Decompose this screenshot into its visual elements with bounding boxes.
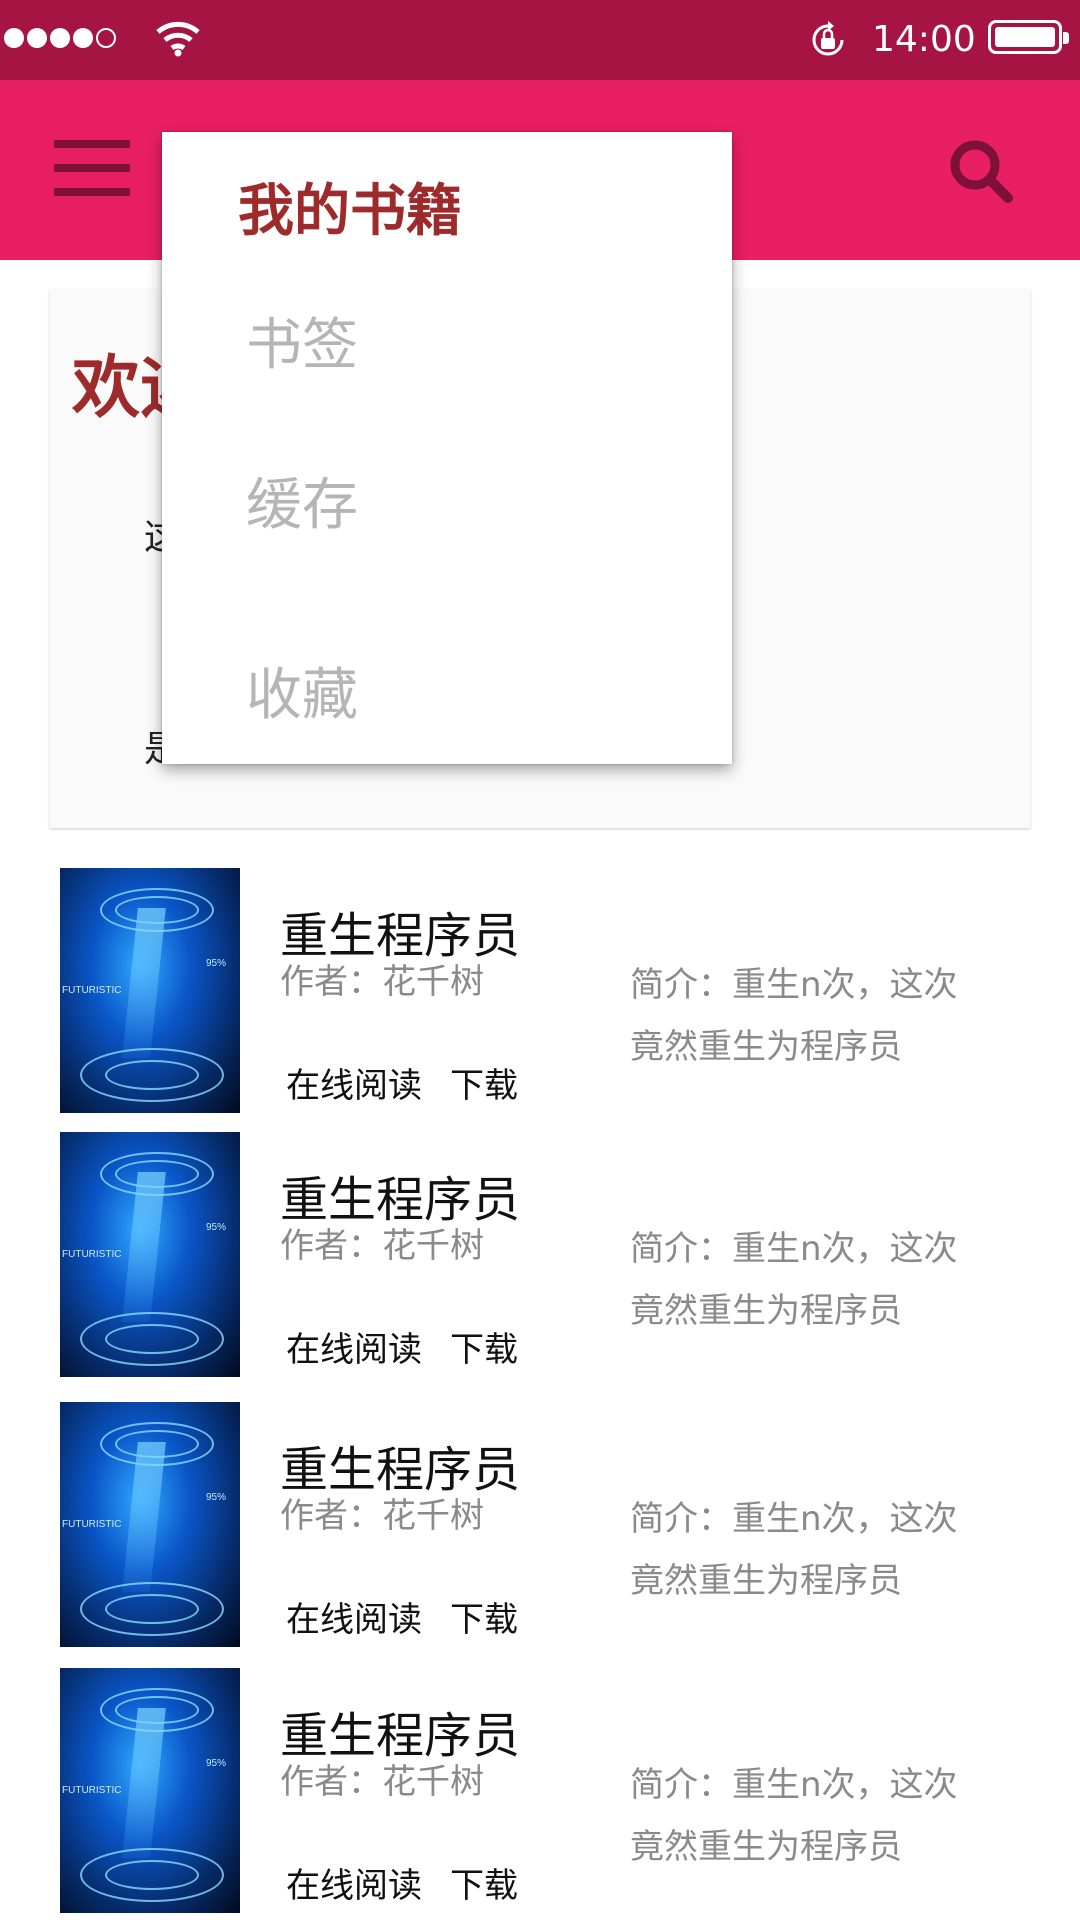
book-intro: 简介：重生n次，这次竟然重生为程序员 [630,965,958,1067]
status-time: 14:00 [872,19,976,60]
read-online-button[interactable]: 在线阅读 [286,1322,422,1371]
search-icon[interactable] [946,136,1016,206]
cover-percent: 95% [206,958,227,969]
cover-title: FUTURISTIC [62,1785,122,1796]
menu-item-bookmarks[interactable]: 书签 [246,300,358,381]
status-bar: 14:00 [0,0,1080,80]
cover-title: FUTURISTIC [62,1519,122,1530]
download-button[interactable]: 下载 [450,1592,518,1641]
book-author: 作者：花千树 [280,1226,484,1266]
book-cover-image[interactable]: 95% FUTURISTIC [60,1668,240,1913]
book-intro: 简介：重生n次，这次竟然重生为程序员 [630,1765,958,1867]
book-intro: 简介：重生n次，这次竟然重生为程序员 [630,1499,958,1601]
menu-item-favorites[interactable]: 收藏 [246,650,358,731]
cover-percent: 95% [206,1492,227,1503]
book-author: 作者：花千树 [280,1762,484,1802]
download-button[interactable]: 下载 [450,1058,518,1107]
download-button[interactable]: 下载 [450,1322,518,1371]
signal-dots-icon [4,28,116,48]
book-cover-image[interactable]: 95% FUTURISTIC [60,1132,240,1377]
book-list-item[interactable]: 95% FUTURISTIC 重生程序员 作者：花千树 简介：重生n次，这次竟然… [60,1132,1060,1377]
cover-percent: 95% [206,1758,227,1769]
read-online-button[interactable]: 在线阅读 [286,1058,422,1107]
read-online-button[interactable]: 在线阅读 [286,1858,422,1907]
book-list-item[interactable]: 95% FUTURISTIC 重生程序员 作者：花千树 简介：重生n次，这次竟然… [60,1668,1060,1913]
book-author: 作者：花千树 [280,1496,484,1536]
rotation-lock-icon [812,21,844,56]
menu-item-cache[interactable]: 缓存 [246,460,358,541]
cover-percent: 95% [206,1222,227,1233]
book-list-item[interactable]: 95% FUTURISTIC 重生程序员 作者：花千树 简介：重生n次，这次竟然… [60,1402,1060,1647]
cover-title: FUTURISTIC [62,1249,122,1260]
download-button[interactable]: 下载 [450,1858,518,1907]
book-cover-image[interactable]: 95% FUTURISTIC [60,868,240,1113]
book-list-item[interactable]: 95% FUTURISTIC 重生程序员 作者：花千树 简介：重生n次，这次竟然… [60,868,1060,1113]
book-intro: 简介：重生n次，这次竟然重生为程序员 [630,1229,958,1331]
my-books-dropdown-menu: 我的书籍 书签 缓存 收藏 [162,132,732,764]
cover-title: FUTURISTIC [62,985,122,996]
read-online-button[interactable]: 在线阅读 [286,1592,422,1641]
book-cover-image[interactable]: 95% FUTURISTIC [60,1402,240,1647]
hamburger-menu-icon[interactable] [54,140,130,196]
wifi-icon [156,21,200,57]
book-author: 作者：花千树 [280,962,484,1002]
battery-icon [988,20,1069,54]
dropdown-header[interactable]: 我的书籍 [238,166,462,247]
